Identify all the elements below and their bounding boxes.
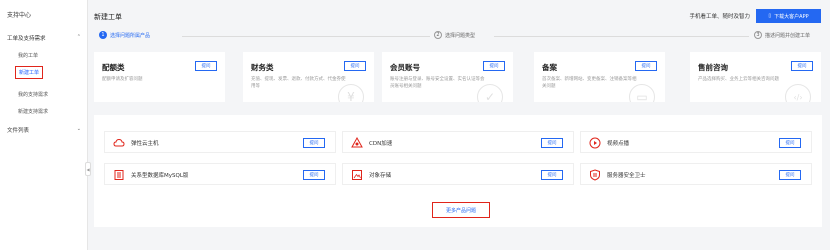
ask-button[interactable]: 提问 [303,138,325,148]
step-number: 3 [754,31,762,39]
sidebar-group-label: 工单及支持需求 [7,36,46,42]
product-item[interactable]: 视频点播 提问 [580,131,812,153]
product-item[interactable]: 弹性云主机 提问 [104,131,336,153]
category-card-presales[interactable]: 售前咨询 产品选择购买、业务上云等相关咨询问题 提问 ‹/› [690,52,821,102]
ask-button[interactable]: 提问 [344,61,366,71]
chevron-down-icon: ⌄ [76,126,81,132]
product-item[interactable]: 服务器安全卫士 提问 [580,163,812,185]
sidebar-collapse-handle[interactable]: ◀ [85,162,91,176]
database-icon [113,169,125,181]
product-name: 关系型数据库MySQL版 [131,173,189,179]
category-desc: 产品选择购买、业务上云等相关咨询问题 [698,77,779,82]
product-name: 对象存储 [369,173,392,179]
product-name: 视频点播 [607,141,630,147]
yen-icon: ¥ [338,84,364,102]
steps: 1 选择问题所属产品 2 选择问题类型 3 描述问题并创建工单 [94,31,822,43]
sidebar-title: 支持中心 [7,12,32,19]
ask-button[interactable]: 提问 [635,61,657,71]
category-card-account[interactable]: 会员账号 账号注册与登录、账号安全设置、实名认证等会员账号相关问题 提问 ✓ [382,52,513,102]
category-name: 会员账号 [390,63,420,72]
step-label: 描述问题并创建工单 [765,32,811,39]
category-desc: 配额申请及扩容问题 [102,77,143,82]
cloud-server-icon [113,137,125,149]
video-icon [589,137,601,149]
download-app-button[interactable]: ▯ 下载大客户APP [756,9,821,23]
category-card-filing[interactable]: 备案 首次备案、新增网站、变更备案、注销备案等相关问题 提问 ▭ [534,52,665,102]
ask-button[interactable]: 提问 [195,61,217,71]
ask-button[interactable]: 提问 [483,61,505,71]
sidebar-group-label: 文件列表 [7,128,30,134]
more-products-button[interactable]: 更多产品问题 [432,202,490,218]
step-2: 2 选择问题类型 [434,31,475,39]
category-desc: 账号注册与登录、账号安全设置、实名认证等会员账号相关问题 [390,77,485,89]
sidebar-item-my-support[interactable]: 我的支持需求 [18,91,48,98]
step-divider [494,36,749,37]
cdn-icon [351,137,363,149]
sidebar-group-tickets[interactable]: 工单及支持需求 ⌃ [7,34,81,42]
ask-button[interactable]: 提问 [779,170,801,180]
product-item[interactable]: 关系型数据库MySQL版 提问 [104,163,336,185]
step-1: 1 选择问题所属产品 [99,31,150,39]
storage-icon [351,169,363,181]
page-title: 新建工单 [94,13,122,21]
product-name: CDN加速 [369,141,393,147]
download-app-label: 下载大客户APP [774,13,809,20]
step-number: 1 [99,31,107,39]
sidebar-item-new-ticket[interactable]: 新建工单 [15,66,44,79]
ask-button[interactable]: 提问 [303,170,325,180]
check-shield-icon: ✓ [477,84,503,102]
step-3: 3 描述问题并创建工单 [754,31,810,39]
product-name: 弹性云主机 [131,141,159,147]
step-divider [182,36,430,37]
sidebar-group-files[interactable]: 文件列表 ⌄ [7,126,81,134]
category-desc: 首次备案、新增网站、变更备案、注销备案等相关问题 [542,77,637,89]
category-name: 备案 [542,63,557,72]
category-card-finance[interactable]: 财务类 充值、提现、发票、退款、付款方式、代金券使用等 提问 ¥ [243,52,374,102]
phone-icon: ▯ [768,13,772,19]
ask-button[interactable]: 提问 [541,170,563,180]
document-icon: ▭ [629,84,655,102]
product-item[interactable]: 对象存储 提问 [342,163,574,185]
step-label: 选择问题类型 [445,32,476,39]
sidebar: 支持中心 工单及支持需求 ⌃ 我的工单 新建工单 我的支持需求 新建支持需求 文… [0,0,88,250]
ask-button[interactable]: 提问 [791,61,813,71]
code-icon: ‹/› [785,84,811,102]
ask-button[interactable]: 提问 [541,138,563,148]
category-name: 财务类 [251,63,274,72]
sidebar-item-new-support[interactable]: 新建支持需求 [18,108,48,115]
category-desc: 充值、提现、发票、退款、付款方式、代金券使用等 [251,77,346,89]
mobile-hint: 手机看工单、随时及智力 [689,14,750,20]
sidebar-item-my-tickets[interactable]: 我的工单 [18,52,38,59]
product-panel: 弹性云主机 提问 CDN加速 提问 视频点播 提问 关系型数据库MySQL版 提… [94,115,822,227]
chevron-up-icon: ⌃ [76,34,81,40]
category-name: 售前咨询 [698,63,728,72]
category-card-quota[interactable]: 配额类 配额申请及扩容问题 提问 [94,52,225,102]
step-number: 2 [434,31,442,39]
ask-button[interactable]: 提问 [779,138,801,148]
product-item[interactable]: CDN加速 提问 [342,131,574,153]
security-icon [589,169,601,181]
step-label: 选择问题所属产品 [110,32,151,39]
product-name: 服务器安全卫士 [607,173,646,179]
category-name: 配额类 [102,63,125,72]
